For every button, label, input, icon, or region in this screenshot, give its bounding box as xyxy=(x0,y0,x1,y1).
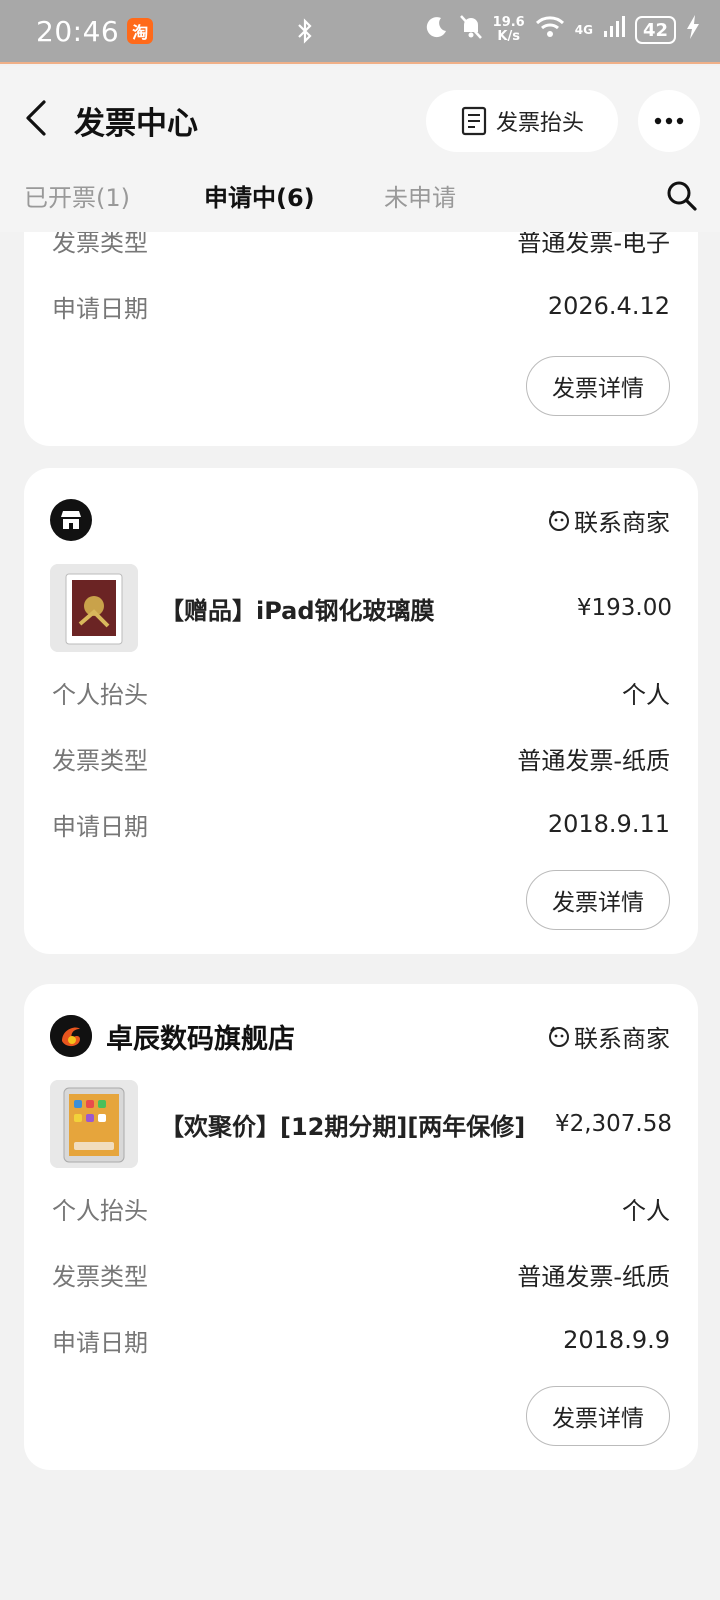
product-thumbnail[interactable] xyxy=(50,1080,138,1168)
customer-service-icon xyxy=(549,1026,569,1047)
shop-row: 卓辰数码旗舰店 联系商家 xyxy=(50,1012,670,1060)
taobao-app-icon: 淘 xyxy=(127,18,154,44)
tab-applying[interactable]: 申请中(6) xyxy=(204,178,315,213)
invoice-detail-button[interactable]: 发票详情 xyxy=(526,356,670,416)
invoice-type-row: 发票类型 普通发票-纸质 xyxy=(52,1254,670,1294)
product-title: 【赠品】iPad钢化玻璃膜 xyxy=(160,596,435,625)
bluetooth-icon xyxy=(296,18,314,50)
invoice-card: 发票类型 普通发票-电子 申请日期 2026.4.12 发票详情 xyxy=(24,232,698,446)
row-value: 个人 xyxy=(622,1196,670,1225)
apply-date-row: 申请日期 2018.9.9 xyxy=(52,1320,670,1360)
net-speed-unit: K/s xyxy=(497,29,520,44)
row-label: 申请日期 xyxy=(52,294,148,323)
invoice-header-button[interactable]: 发票抬头 xyxy=(426,90,618,152)
row-value: 2018.9.9 xyxy=(563,1326,670,1354)
invoice-detail-button[interactable]: 发票详情 xyxy=(526,1386,670,1446)
row-value: 普通发票-电子 xyxy=(517,232,670,257)
contact-merchant-button[interactable]: 联系商家 xyxy=(548,1019,670,1054)
row-label: 发票类型 xyxy=(52,1262,148,1291)
product-row[interactable]: 【欢聚价】[12期分期][两年保修] ¥2,307.58 xyxy=(50,1080,672,1168)
contact-merchant-label: 联系商家 xyxy=(574,1024,670,1053)
invoice-card: 卓辰数码旗舰店 联系商家 【欢聚价】[12期分期][两年保修] ¥2,307.5… xyxy=(24,984,698,1470)
invoice-list[interactable]: 发票类型 普通发票-电子 申请日期 2026.4.12 发票详情 联系商家 【赠… xyxy=(0,232,720,1600)
row-label: 申请日期 xyxy=(52,1328,148,1357)
apply-date-row: 申请日期 2026.4.12 xyxy=(52,286,670,326)
invoice-card: 联系商家 【赠品】iPad钢化玻璃膜 ¥193.00 个人抬头 个人 发票类型 … xyxy=(24,468,698,954)
product-title: 【欢聚价】[12期分期][两年保修] xyxy=(160,1112,526,1141)
tab-bar: 已开票(1) 申请中(6) 未申请 xyxy=(0,170,720,220)
row-label: 申请日期 xyxy=(52,812,148,841)
row-value: 普通发票-纸质 xyxy=(517,1262,670,1291)
charging-icon xyxy=(686,15,700,45)
invoice-type-row: 发票类型 普通发票-纸质 xyxy=(52,738,670,778)
contact-merchant-button[interactable]: 联系商家 xyxy=(548,503,670,538)
search-button[interactable] xyxy=(666,180,698,212)
invoice-detail-button[interactable]: 发票详情 xyxy=(526,870,670,930)
personal-header-row: 个人抬头 个人 xyxy=(52,672,670,712)
more-icon xyxy=(654,117,684,125)
net-speed-value: 19.6 xyxy=(492,15,525,30)
battery-level: 42 xyxy=(634,16,676,44)
row-value: 普通发票-纸质 xyxy=(517,746,670,775)
tab-not-applied[interactable]: 未申请 xyxy=(384,178,456,213)
network-type: 4G xyxy=(574,23,593,37)
search-icon xyxy=(667,181,697,211)
row-label: 个人抬头 xyxy=(52,680,148,709)
shop-logo-icon[interactable] xyxy=(50,1015,92,1057)
store-icon[interactable] xyxy=(50,499,92,541)
apply-date-row: 申请日期 2018.9.11 xyxy=(52,804,670,844)
product-price: ¥193.00 xyxy=(576,595,672,621)
net-speed: 19.6 K/s xyxy=(493,16,525,44)
status-time: 20:46 xyxy=(36,14,120,48)
personal-header-row: 个人抬头 个人 xyxy=(52,1188,670,1228)
row-value: 2026.4.12 xyxy=(547,292,670,320)
row-label: 发票类型 xyxy=(52,746,148,775)
shop-row: 联系商家 xyxy=(50,496,670,544)
invoice-header-label: 发票抬头 xyxy=(495,111,584,136)
back-button[interactable] xyxy=(18,96,58,140)
signal-icon xyxy=(603,16,625,44)
page-title: 发票中心 xyxy=(74,106,198,142)
row-value: 2018.9.11 xyxy=(547,810,670,838)
customer-service-icon xyxy=(549,510,569,531)
mute-bell-icon xyxy=(459,14,483,46)
status-bar: 20:46 淘 19.6 K/s 4G 42 xyxy=(0,0,720,64)
product-thumbnail[interactable] xyxy=(50,564,138,652)
list-icon xyxy=(461,106,487,136)
product-price: ¥2,307.58 xyxy=(554,1111,672,1137)
back-icon xyxy=(26,100,46,136)
moon-icon xyxy=(425,15,449,45)
contact-merchant-label: 联系商家 xyxy=(574,508,670,537)
invoice-type-row: 发票类型 普通发票-电子 xyxy=(52,232,670,260)
tab-issued[interactable]: 已开票(1) xyxy=(24,178,130,213)
row-label: 发票类型 xyxy=(52,232,148,257)
shop-name[interactable]: 卓辰数码旗舰店 xyxy=(106,1017,295,1056)
product-row[interactable]: 【赠品】iPad钢化玻璃膜 ¥193.00 xyxy=(50,564,672,652)
more-button[interactable] xyxy=(638,90,700,152)
row-label: 个人抬头 xyxy=(52,1196,148,1225)
wifi-icon xyxy=(535,15,565,45)
row-value: 个人 xyxy=(622,680,670,709)
